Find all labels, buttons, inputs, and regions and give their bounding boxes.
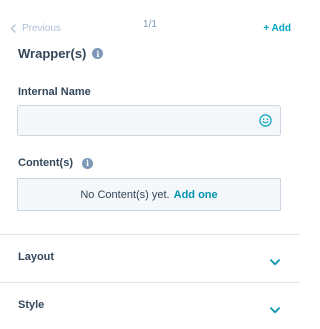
contents-empty-state: No Content(s) yet. Add one [17, 178, 281, 211]
accordion-layout[interactable]: Layout [0, 235, 300, 281]
smiley-icon[interactable] [259, 114, 272, 127]
internal-name-field [17, 105, 281, 136]
info-icon[interactable]: i [82, 157, 93, 169]
accordion-style-label: Style [18, 299, 45, 311]
contents-label: Content(s) i [18, 157, 93, 169]
contents-empty-text: No Content(s) yet. [80, 188, 170, 201]
section-title: Wrapper(s) [18, 46, 87, 61]
section-header: Wrapper(s) i [18, 46, 104, 61]
chevron-down-icon [270, 253, 280, 266]
accordion-layout-label: Layout [18, 251, 55, 263]
internal-name-label: Internal Name [18, 86, 91, 98]
wrapper-editor-panel: Previous 1/1 + Add Wrapper(s) i Internal… [0, 0, 300, 329]
chevron-down-icon [270, 301, 280, 314]
accordion-style[interactable]: Style [0, 283, 300, 329]
add-content-link[interactable]: Add one [174, 189, 218, 201]
add-button[interactable]: + Add [263, 23, 291, 34]
internal-name-input[interactable] [18, 106, 264, 135]
internal-name-label-text: Internal Name [18, 86, 91, 98]
contents-label-text: Content(s) [18, 157, 73, 169]
pagination-bar: Previous 1/1 + Add [0, 0, 300, 40]
page-indicator: 1/1 [143, 19, 157, 30]
info-icon[interactable]: i [92, 48, 104, 59]
